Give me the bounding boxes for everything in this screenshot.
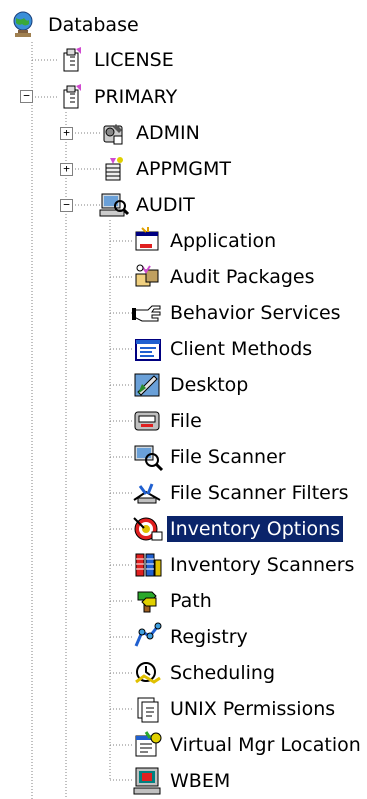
tree-node-label: Inventory Options <box>165 515 345 543</box>
database-tree-view[interactable]: − + + − Database LICENSE PRIMARY ADMIN A… <box>0 0 367 799</box>
tree-node-file-scanner[interactable]: File Scanner <box>132 440 289 474</box>
client-methods-icon <box>132 334 164 364</box>
audit-packages-icon <box>132 262 164 292</box>
tree-node-label: Client Methods <box>170 338 313 360</box>
tree-node-label: Virtual Mgr Location <box>170 734 361 756</box>
tree-node-label: File Scanner <box>170 446 286 468</box>
tree-node-application[interactable]: Application <box>132 224 279 258</box>
tree-node-label: WBEM <box>170 770 231 792</box>
audit-collapse-toggle[interactable]: − <box>60 199 73 212</box>
wbem-icon <box>132 766 164 796</box>
appmgmt-icon <box>98 154 130 184</box>
tree-node-registry[interactable]: Registry <box>132 620 251 654</box>
tree-node-license[interactable]: LICENSE <box>56 43 177 77</box>
schema-folder-icon <box>56 45 88 75</box>
tree-node-wbem[interactable]: WBEM <box>132 764 233 798</box>
globe-database-icon <box>10 10 42 40</box>
tree-node-inventory-scanners[interactable]: Inventory Scanners <box>132 548 357 582</box>
file-icon <box>132 406 164 436</box>
tree-node-file[interactable]: File <box>132 404 205 438</box>
application-icon <box>132 226 164 256</box>
tree-node-label: Inventory Scanners <box>170 554 355 576</box>
tree-node-path[interactable]: Path <box>132 584 215 618</box>
behavior-services-icon <box>132 298 164 328</box>
tree-node-label: Path <box>170 590 212 612</box>
tree-node-label: Desktop <box>170 374 249 396</box>
tree-node-label: PRIMARY <box>94 86 178 108</box>
admin-tools-icon <box>98 118 130 148</box>
tree-node-scheduling[interactable]: Scheduling <box>132 656 278 690</box>
tree-node-audit[interactable]: AUDIT <box>98 188 198 222</box>
tree-node-label: LICENSE <box>94 49 174 71</box>
virtual-mgr-location-icon <box>132 730 164 760</box>
scheduling-icon <box>132 658 164 688</box>
tree-node-audit-packages[interactable]: Audit Packages <box>132 260 318 294</box>
tree-node-label: Scheduling <box>170 662 276 684</box>
path-icon <box>132 586 164 616</box>
tree-node-virtual-mgr-location[interactable]: Virtual Mgr Location <box>132 728 364 762</box>
tree-node-primary[interactable]: PRIMARY <box>56 80 180 114</box>
tree-node-client-methods[interactable]: Client Methods <box>132 332 315 366</box>
tree-node-label: Behavior Services <box>170 302 341 324</box>
audit-computer-icon <box>98 190 130 220</box>
tree-node-admin[interactable]: ADMIN <box>98 116 203 150</box>
tree-node-label: Audit Packages <box>170 266 315 288</box>
tree-node-label: Registry <box>170 626 248 648</box>
tree-node-label: File <box>170 410 202 432</box>
tree-node-label: Database <box>48 14 139 36</box>
file-scanner-filters-icon <box>132 478 164 508</box>
primary-collapse-toggle[interactable]: − <box>20 90 33 103</box>
inventory-scanners-icon <box>132 550 164 580</box>
tree-node-label: ADMIN <box>136 122 200 144</box>
desktop-icon <box>132 370 164 400</box>
schema-folder-icon <box>56 82 88 112</box>
appmgmt-expand-toggle[interactable]: + <box>60 163 73 176</box>
tree-node-behavior-services[interactable]: Behavior Services <box>132 296 344 330</box>
tree-node-appmgmt[interactable]: APPMGMT <box>98 152 234 186</box>
tree-node-label: AUDIT <box>136 194 195 216</box>
tree-node-database[interactable]: Database <box>10 8 142 42</box>
unix-permissions-icon <box>132 694 164 724</box>
tree-node-label: APPMGMT <box>136 158 232 180</box>
inventory-options-icon <box>132 514 164 544</box>
tree-node-label: Application <box>170 230 277 252</box>
tree-node-inventory-options[interactable]: Inventory Options <box>132 512 345 546</box>
file-scanner-icon <box>132 442 164 472</box>
tree-node-label: File Scanner Filters <box>170 482 349 504</box>
tree-node-file-scanner-filters[interactable]: File Scanner Filters <box>132 476 352 510</box>
tree-node-desktop[interactable]: Desktop <box>132 368 251 402</box>
tree-node-label: UNIX Permissions <box>170 698 336 720</box>
tree-node-unix-permissions[interactable]: UNIX Permissions <box>132 692 338 726</box>
registry-icon <box>132 622 164 652</box>
admin-expand-toggle[interactable]: + <box>60 127 73 140</box>
